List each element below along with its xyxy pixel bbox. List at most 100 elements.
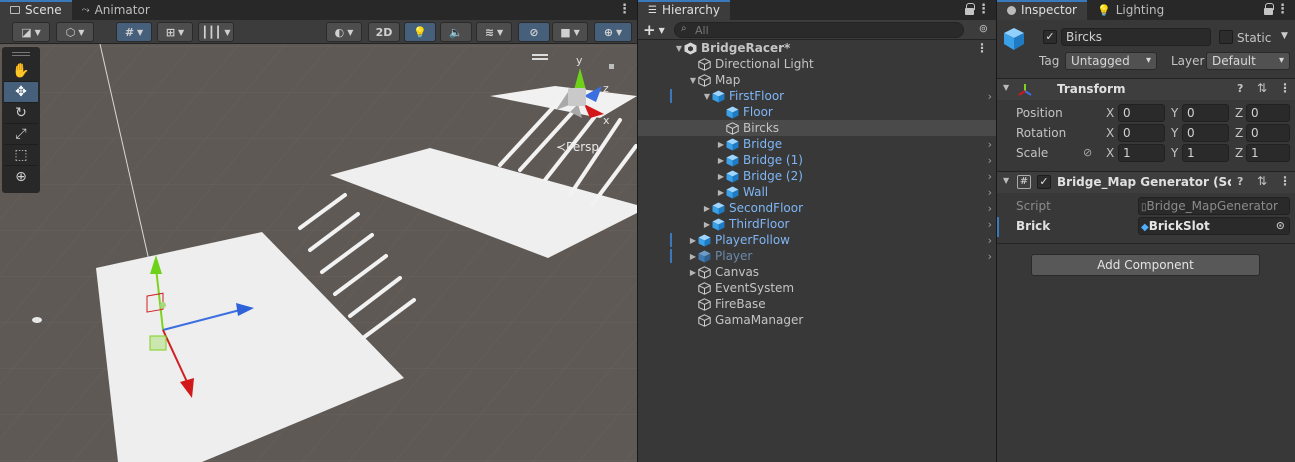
- hierarchy-row[interactable]: ▶ Bridge ›: [638, 136, 996, 152]
- axis-z-label[interactable]: Z: [1235, 106, 1243, 120]
- add-object-button[interactable]: + ▼: [643, 21, 665, 39]
- chevron-right-icon[interactable]: ›: [988, 138, 992, 151]
- toggle-2d-button[interactable]: 2D: [368, 22, 400, 42]
- field-x[interactable]: 0: [1118, 124, 1165, 142]
- field-x[interactable]: 0: [1118, 104, 1165, 122]
- scale-tool[interactable]: ⤢: [4, 124, 38, 145]
- script-component-header[interactable]: ▼ # ✓ Bridge_Map Generator (Script) ? ⇅ …: [997, 171, 1295, 193]
- chevron-right-icon[interactable]: ›: [988, 170, 992, 183]
- help-icon[interactable]: ?: [1237, 175, 1243, 188]
- chevron-right-icon[interactable]: ›: [988, 186, 992, 199]
- object-picker-icon[interactable]: ⊙: [1276, 218, 1285, 234]
- lighting-toggle-button[interactable]: 💡: [404, 22, 436, 42]
- foldout-arrow-icon[interactable]: ▼: [688, 76, 698, 85]
- shading-mode-button[interactable]: ◐ ▼: [326, 22, 362, 42]
- hierarchy-row[interactable]: Bircks: [638, 120, 996, 136]
- persp-label[interactable]: ≺Persp: [556, 140, 599, 154]
- presets-icon[interactable]: ⇅: [1257, 81, 1267, 95]
- gizmos-button[interactable]: ⊕ ▼: [594, 22, 632, 42]
- hierarchy-row[interactable]: Floor: [638, 104, 996, 120]
- hierarchy-row[interactable]: ▶ Wall ›: [638, 184, 996, 200]
- hierarchy-menu-icon[interactable]: ⋮: [977, 2, 990, 17]
- axis-x-label[interactable]: X: [1106, 146, 1114, 160]
- field-x[interactable]: 1: [1118, 144, 1165, 162]
- increment-snap-button[interactable]: ┃┃┃ ▼: [198, 22, 234, 42]
- hierarchy-row[interactable]: ▼ Map: [638, 72, 996, 88]
- hierarchy-row[interactable]: ▶ Player ›: [638, 248, 996, 264]
- field-z[interactable]: 0: [1246, 124, 1290, 142]
- chevron-right-icon[interactable]: ›: [988, 234, 992, 247]
- hierarchy-row[interactable]: ▶ PlayerFollow ›: [638, 232, 996, 248]
- camera-options-button[interactable]: ■ ▼: [552, 22, 588, 42]
- static-checkbox[interactable]: [1219, 30, 1233, 44]
- hierarchy-row[interactable]: ▶ Canvas: [638, 264, 996, 280]
- help-icon[interactable]: ?: [1237, 82, 1243, 95]
- component-menu-icon[interactable]: ⋮: [1279, 174, 1291, 188]
- foldout-arrow-icon[interactable]: ▶: [702, 220, 712, 229]
- grid-snapping-button[interactable]: # ▼: [116, 22, 152, 42]
- add-component-button[interactable]: Add Component: [1031, 254, 1260, 276]
- brick-object-field[interactable]: ◆BrickSlot ⊙: [1138, 217, 1290, 235]
- static-dropdown-icon[interactable]: ▼: [1281, 31, 1288, 41]
- rect-tool[interactable]: ⬚: [4, 145, 38, 166]
- foldout-arrow-icon[interactable]: ▶: [688, 236, 698, 245]
- field-z[interactable]: 0: [1246, 104, 1290, 122]
- hierarchy-row[interactable]: ▶ SecondFloor ›: [638, 200, 996, 216]
- hierarchy-row[interactable]: ▶ Bridge (2) ›: [638, 168, 996, 184]
- scene-viewport[interactable]: y z x: [0, 44, 637, 462]
- axis-x-label[interactable]: X: [1106, 126, 1114, 140]
- axis-z-label[interactable]: Z: [1235, 126, 1243, 140]
- tab-scene[interactable]: Scene: [0, 0, 72, 20]
- chevron-right-icon[interactable]: ›: [988, 202, 992, 215]
- hand-tool[interactable]: ✋: [4, 61, 38, 82]
- script-enabled-checkbox[interactable]: ✓: [1037, 175, 1051, 189]
- hierarchy-row[interactable]: FireBase: [638, 296, 996, 312]
- inspector-menu-icon[interactable]: ⋮: [1276, 2, 1289, 17]
- axis-x-label[interactable]: X: [1106, 106, 1114, 120]
- grid-button[interactable]: ⊞ ▼: [157, 22, 193, 42]
- field-y[interactable]: 1: [1182, 144, 1229, 162]
- tab-animator[interactable]: ⤳ Animator: [72, 0, 160, 20]
- scene-menu-icon[interactable]: ⋮: [618, 2, 631, 17]
- transform-header[interactable]: ▼ Transform ? ⇅ ⋮: [997, 78, 1295, 100]
- hierarchy-row[interactable]: GamaManager: [638, 312, 996, 328]
- presets-icon[interactable]: ⇅: [1257, 174, 1267, 188]
- light-icon[interactable]: [32, 317, 42, 323]
- layer-dropdown[interactable]: Default: [1206, 52, 1290, 70]
- chevron-right-icon[interactable]: ›: [988, 90, 992, 103]
- foldout-arrow-icon[interactable]: ▶: [716, 172, 726, 181]
- field-y[interactable]: 0: [1182, 104, 1229, 122]
- move-tool[interactable]: ✥: [4, 82, 38, 103]
- effects-toggle-button[interactable]: ≋ ▼: [476, 22, 512, 42]
- hierarchy-row[interactable]: EventSystem: [638, 280, 996, 296]
- field-z[interactable]: 1: [1246, 144, 1290, 162]
- foldout-arrow-icon[interactable]: ▶: [702, 204, 712, 213]
- tag-dropdown[interactable]: Untagged: [1065, 52, 1157, 70]
- hierarchy-search-input[interactable]: ⌕ All: [674, 22, 964, 38]
- hierarchy-row[interactable]: ▶ ThirdFloor ›: [638, 216, 996, 232]
- link-scale-icon[interactable]: ⊘: [1083, 146, 1092, 159]
- foldout-arrow-icon[interactable]: ▶: [716, 188, 726, 197]
- tab-hierarchy[interactable]: ☰ Hierarchy: [638, 0, 730, 20]
- audio-toggle-button[interactable]: 🔈: [440, 22, 472, 42]
- object-name-field[interactable]: Bircks: [1061, 28, 1211, 46]
- foldout-arrow-icon[interactable]: ▶: [688, 252, 698, 261]
- hierarchy-row[interactable]: ▼ FirstFloor ›: [638, 88, 996, 104]
- axis-z-label[interactable]: Z: [1235, 146, 1243, 160]
- chevron-right-icon[interactable]: ›: [988, 250, 992, 263]
- active-checkbox[interactable]: ✓: [1043, 30, 1057, 44]
- scene-visibility-icon[interactable]: ⊚: [979, 22, 988, 35]
- hierarchy-row[interactable]: ▶ Bridge (1) ›: [638, 152, 996, 168]
- axis-y-label[interactable]: Y: [1171, 146, 1178, 160]
- rotate-tool[interactable]: ↻: [4, 103, 38, 124]
- tab-lighting[interactable]: 💡 Lighting: [1087, 0, 1174, 20]
- foldout-arrow-icon[interactable]: ▶: [716, 140, 726, 149]
- field-y[interactable]: 0: [1182, 124, 1229, 142]
- transform-tool[interactable]: ⊕: [4, 166, 38, 187]
- tools-drag-handle[interactable]: [2, 47, 40, 61]
- lock-icon[interactable]: [965, 3, 975, 15]
- foldout-arrow-icon[interactable]: ▼: [702, 92, 712, 101]
- lock-icon[interactable]: [1264, 3, 1274, 15]
- foldout-arrow-icon[interactable]: ▼: [674, 44, 684, 53]
- foldout-arrow-icon[interactable]: ▶: [688, 268, 698, 277]
